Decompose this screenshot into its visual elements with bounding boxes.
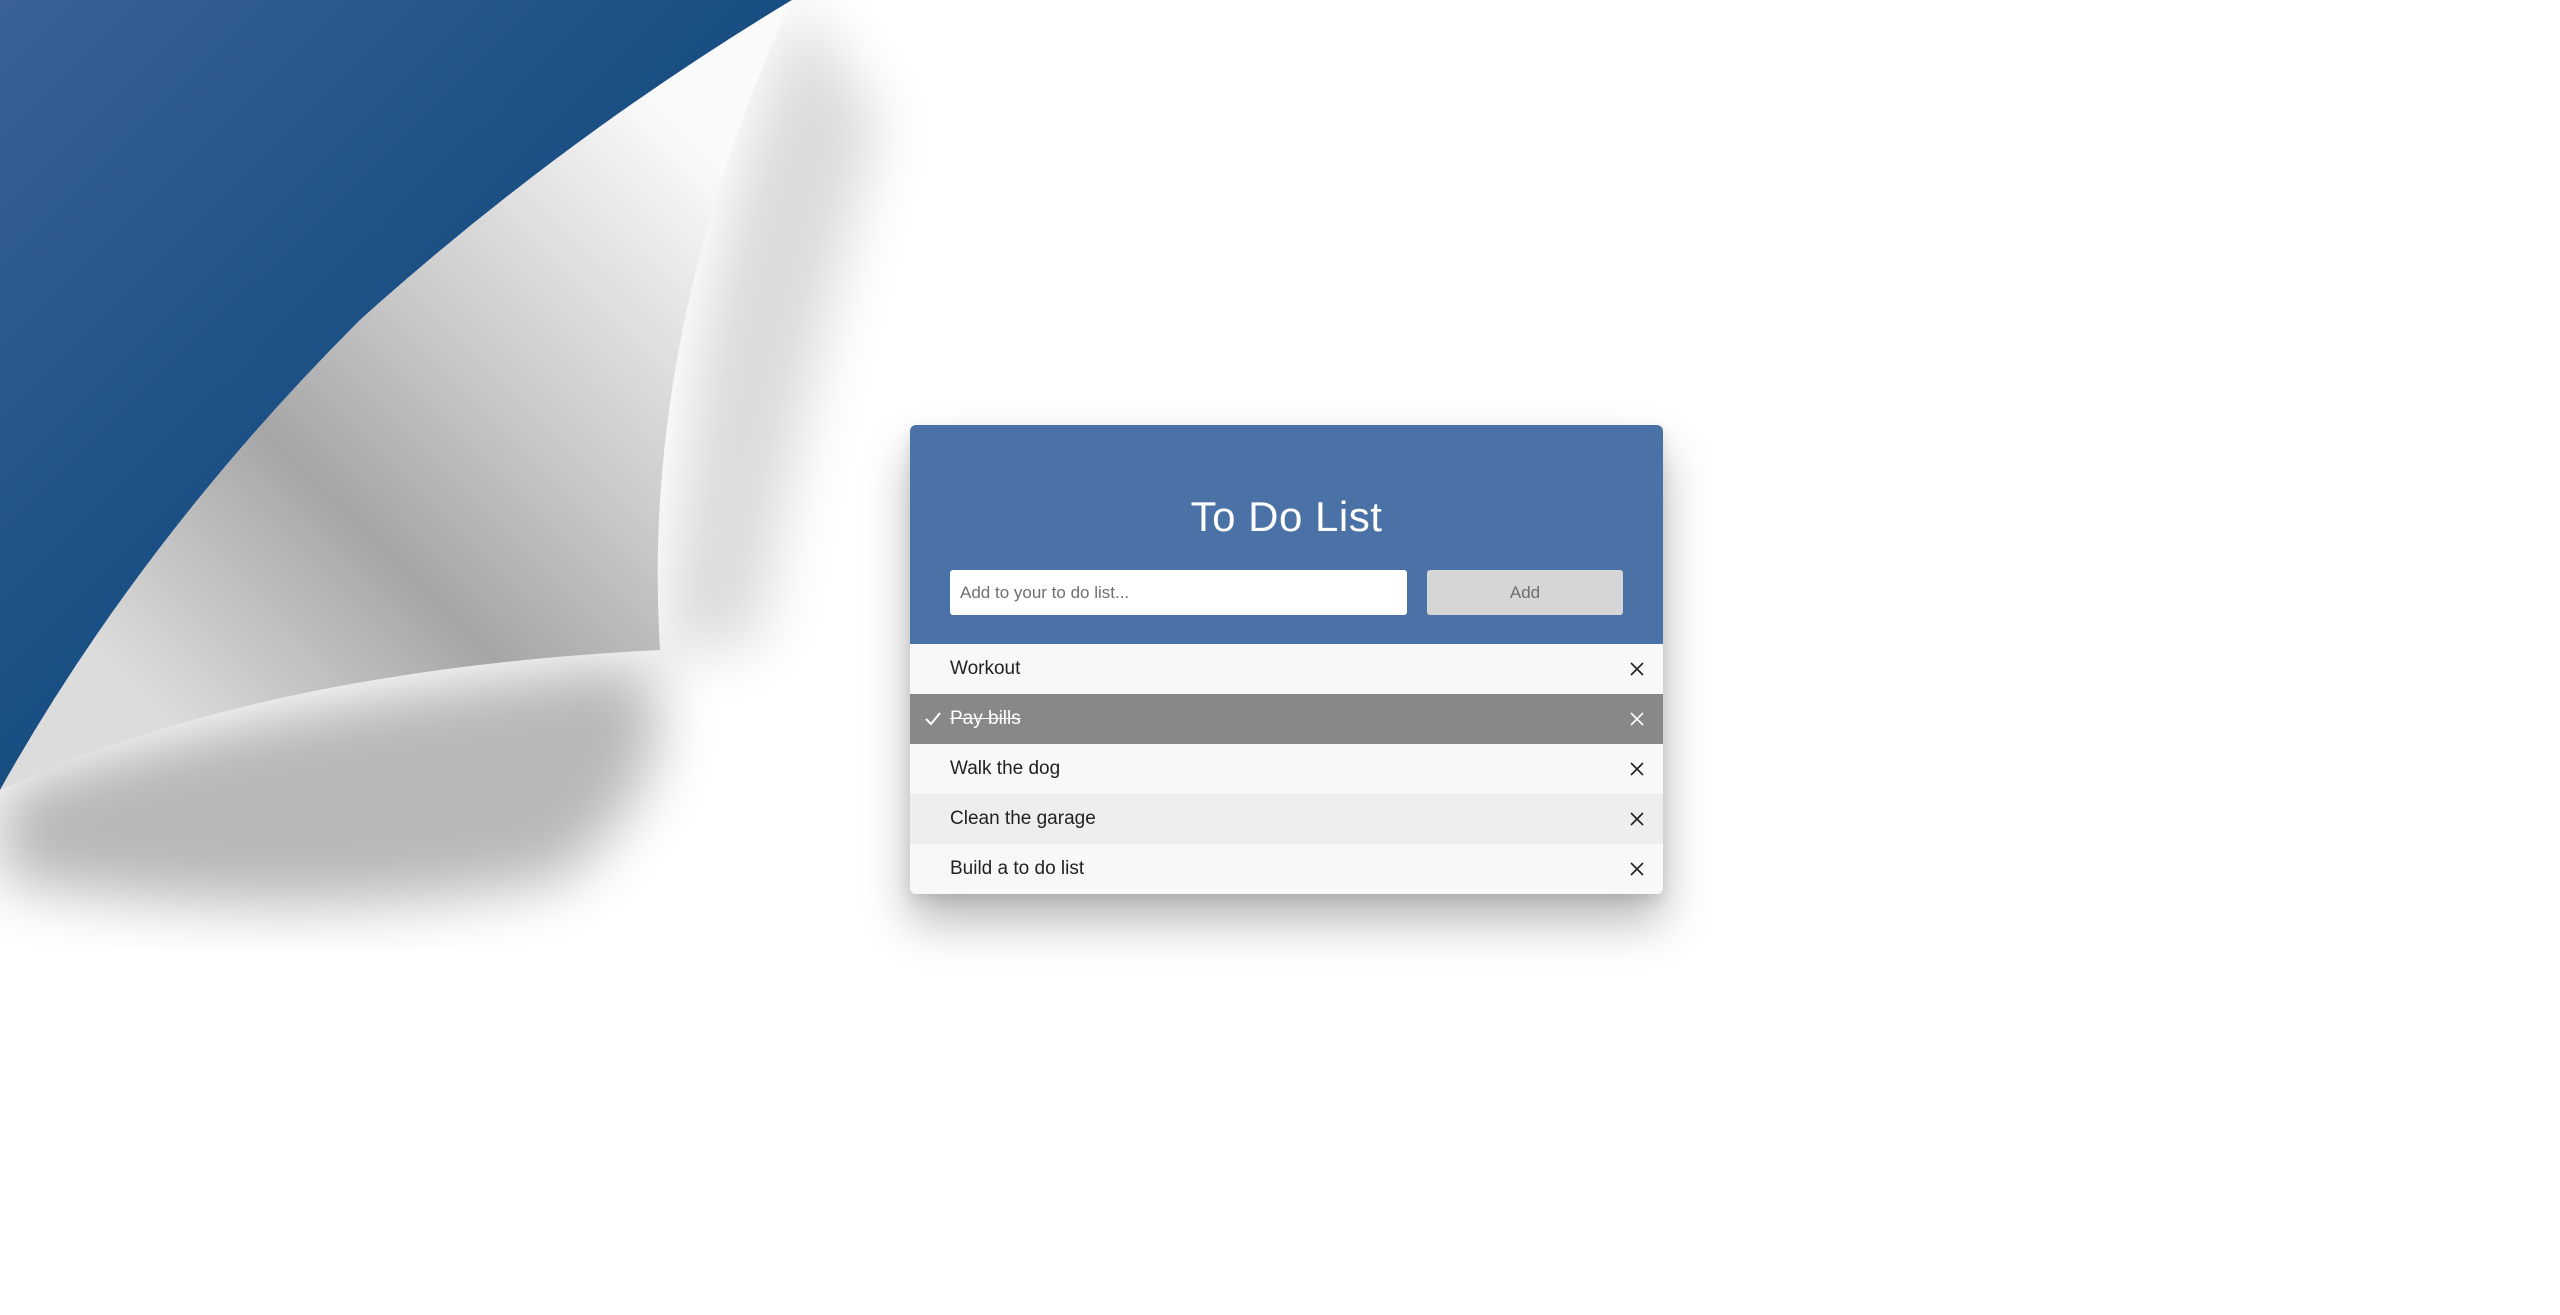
todo-card: To Do List Add Workout Pay bills <box>910 425 1663 894</box>
todo-item-label: Walk the dog <box>950 758 1061 779</box>
close-icon[interactable] <box>1629 661 1645 677</box>
todo-input[interactable] <box>950 570 1407 615</box>
page-title: To Do List <box>1190 493 1383 540</box>
add-button[interactable]: Add <box>1427 570 1623 615</box>
todo-item-label: Pay bills <box>950 708 1021 729</box>
check-icon <box>925 712 941 726</box>
todo-item-checked[interactable]: Pay bills <box>910 694 1663 744</box>
todo-item[interactable]: Clean the garage <box>910 794 1663 844</box>
todo-item-label: Workout <box>950 658 1021 679</box>
close-icon[interactable] <box>1629 811 1645 827</box>
todo-header: To Do List Add <box>910 425 1663 644</box>
close-icon[interactable] <box>1629 861 1645 877</box>
todo-item[interactable]: Walk the dog <box>910 744 1663 794</box>
page-curl-decoration <box>0 0 880 905</box>
todo-item[interactable]: Build a to do list <box>910 844 1663 894</box>
todo-item[interactable]: Workout <box>910 644 1663 694</box>
close-icon[interactable] <box>1629 761 1645 777</box>
todo-item-label: Build a to do list <box>950 858 1085 879</box>
todo-list: Workout Pay bills Walk the dog Clean the… <box>910 644 1663 894</box>
page: To Do List Add Workout Pay bills <box>0 0 2560 1315</box>
close-icon[interactable] <box>1629 711 1645 727</box>
todo-item-label: Clean the garage <box>950 808 1096 829</box>
